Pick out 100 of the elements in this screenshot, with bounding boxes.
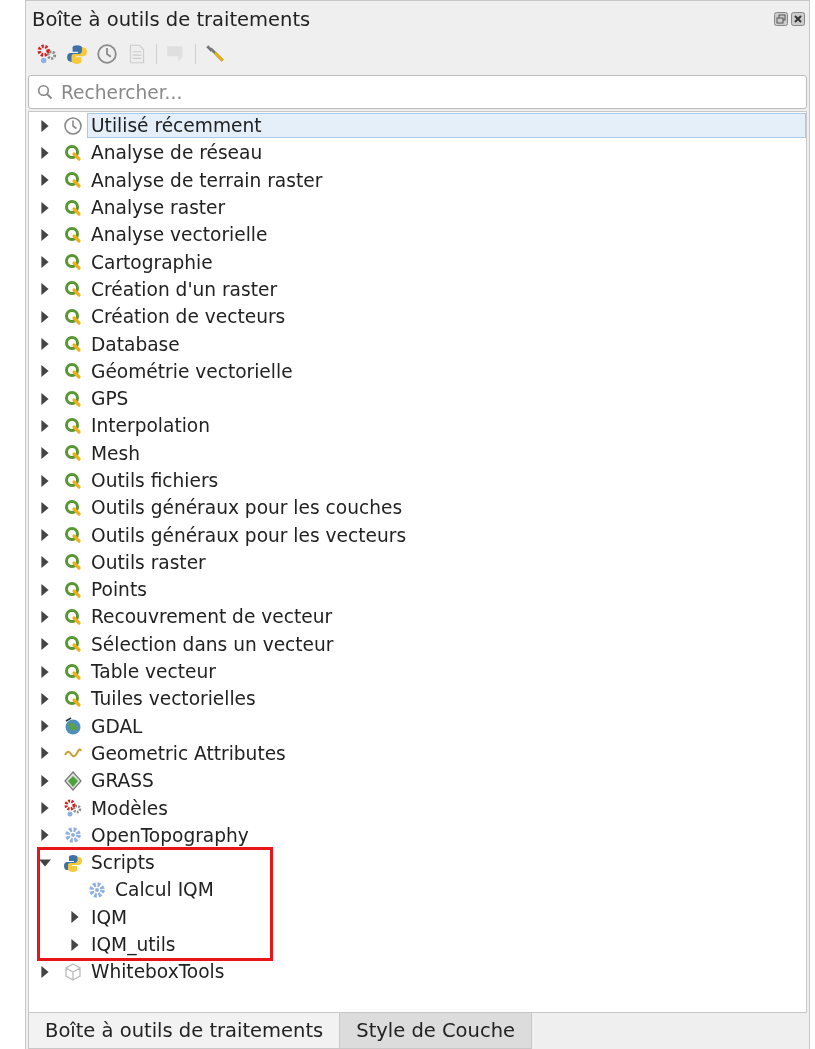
q-logo-icon [63, 579, 83, 600]
tree-item[interactable]: Géométrie vectorielle [29, 357, 806, 385]
expand-arrow-icon[interactable] [39, 965, 51, 978]
q-logo-icon [63, 415, 83, 436]
q-logo-icon [63, 688, 83, 709]
tree-item[interactable]: GDAL [29, 712, 806, 740]
clock-icon[interactable] [96, 43, 118, 65]
expand-arrow-icon[interactable] [39, 119, 51, 132]
q-logo-icon [63, 279, 83, 300]
panel-title: Boîte à outils de traitements [32, 7, 312, 31]
tree-item[interactable]: Geometric Attributes [29, 739, 806, 768]
tree-item[interactable]: Analyse raster [29, 193, 806, 222]
q-logo-icon [63, 334, 83, 354]
tree-item[interactable]: Table vecteur [29, 657, 806, 686]
expand-arrow-icon[interactable] [39, 529, 51, 542]
expand-arrow-icon[interactable] [39, 201, 51, 214]
search-field[interactable]: Rechercher... [28, 75, 807, 109]
tree-item[interactable]: Cartographie [29, 248, 806, 276]
tree-item[interactable]: Tuiles vectorielles [29, 685, 806, 713]
tree-item[interactable]: Interpolation [29, 412, 806, 440]
q-logo-icon [63, 170, 83, 191]
q-logo-icon [63, 525, 83, 546]
q-logo-icon [63, 361, 83, 382]
tree-item[interactable]: Analyse de réseau [29, 139, 806, 167]
expand-arrow-icon[interactable] [39, 392, 51, 405]
expand-arrow-icon[interactable] [39, 556, 51, 569]
q-logo-icon [63, 197, 83, 218]
tree-item[interactable]: Création d'un raster [29, 275, 806, 304]
diamond-icon [63, 770, 83, 791]
wrench-icon[interactable] [204, 43, 226, 65]
expand-arrow-icon[interactable] [39, 501, 51, 514]
tree-item[interactable]: Outils généraux pour les vecteurs [29, 521, 806, 549]
expand-arrow-icon[interactable] [39, 829, 51, 842]
tree-item[interactable]: IQM [29, 903, 806, 931]
tree-item[interactable]: IQM_utils [29, 930, 806, 959]
q-logo-icon [63, 470, 83, 491]
q-logo-icon [63, 607, 83, 627]
expand-arrow-icon[interactable] [39, 365, 51, 378]
expand-arrow-icon[interactable] [39, 146, 51, 159]
expand-arrow-icon[interactable] [39, 174, 51, 187]
close-icon[interactable] [791, 12, 805, 26]
q-logo-icon [63, 443, 83, 464]
expand-arrow-icon[interactable] [39, 638, 51, 651]
gears-icon[interactable] [36, 43, 58, 65]
gears-icon [63, 798, 83, 819]
expand-arrow-icon[interactable] [39, 310, 51, 323]
tree-item[interactable]: GRASS [29, 767, 806, 795]
tree-item[interactable]: Outils généraux pour les couches [29, 494, 806, 522]
q-logo-icon [63, 497, 83, 518]
q-logo-icon [63, 224, 83, 245]
expand-arrow-icon[interactable] [39, 774, 51, 787]
tree-item[interactable]: Points [29, 576, 806, 604]
tab[interactable]: Style de Couche [339, 1013, 532, 1049]
expand-arrow-icon[interactable] [39, 228, 51, 241]
collapse-arrow-icon[interactable] [39, 856, 51, 869]
tree-item[interactable]: Modèles [29, 794, 806, 822]
expand-arrow-icon[interactable] [39, 802, 51, 815]
expand-arrow-icon[interactable] [39, 720, 51, 733]
q-logo-icon [63, 634, 83, 655]
expand-arrow-icon[interactable] [39, 692, 51, 705]
q-logo-icon [63, 142, 83, 163]
tree-item[interactable]: Scripts [29, 849, 806, 877]
search-icon [37, 84, 53, 100]
q-logo-icon [63, 661, 83, 682]
expand-arrow-icon[interactable] [69, 938, 81, 951]
cube-icon [63, 961, 83, 982]
tree-item[interactable]: Outils raster [29, 548, 806, 577]
expand-arrow-icon[interactable] [69, 911, 81, 924]
tree-item[interactable]: Recouvrement de vecteur [29, 603, 806, 631]
expand-arrow-icon[interactable] [39, 283, 51, 296]
snakes-icon[interactable] [66, 43, 88, 65]
tree-item[interactable]: WhiteboxTools [29, 958, 806, 986]
tree-item[interactable]: Sélection dans un vecteur [29, 630, 806, 658]
tree-item[interactable]: GPS [29, 384, 806, 413]
q-logo-icon [63, 552, 83, 573]
expand-arrow-icon[interactable] [39, 583, 51, 596]
tab[interactable]: Boîte à outils de traitements [28, 1013, 340, 1049]
expand-arrow-icon[interactable] [39, 256, 51, 269]
gear-icon [63, 825, 83, 846]
expand-arrow-icon[interactable] [39, 338, 51, 350]
clock-icon [63, 115, 83, 136]
q-logo-icon [63, 252, 83, 273]
tree-item[interactable]: Création de vecteurs [29, 303, 806, 331]
tree-item[interactable]: Database [29, 330, 806, 358]
expand-arrow-icon[interactable] [39, 611, 51, 623]
expand-arrow-icon[interactable] [39, 419, 51, 432]
tree-item[interactable]: OpenTopography [29, 821, 806, 849]
tree-item[interactable]: Calcul IQM [29, 876, 806, 904]
tree-item[interactable]: Outils fichiers [29, 466, 806, 495]
expand-arrow-icon[interactable] [39, 665, 51, 678]
tree-item[interactable]: Mesh [29, 439, 806, 467]
q-logo-icon [63, 306, 83, 327]
q-logo-icon [63, 388, 83, 409]
tree-item[interactable]: Analyse vectorielle [29, 221, 806, 249]
snakes-icon [63, 852, 83, 873]
expand-arrow-icon[interactable] [39, 447, 51, 460]
tree-item[interactable]: Analyse de terrain raster [29, 166, 806, 194]
globe-icon [63, 716, 83, 737]
expand-arrow-icon[interactable] [39, 747, 51, 760]
expand-arrow-icon[interactable] [39, 474, 51, 487]
